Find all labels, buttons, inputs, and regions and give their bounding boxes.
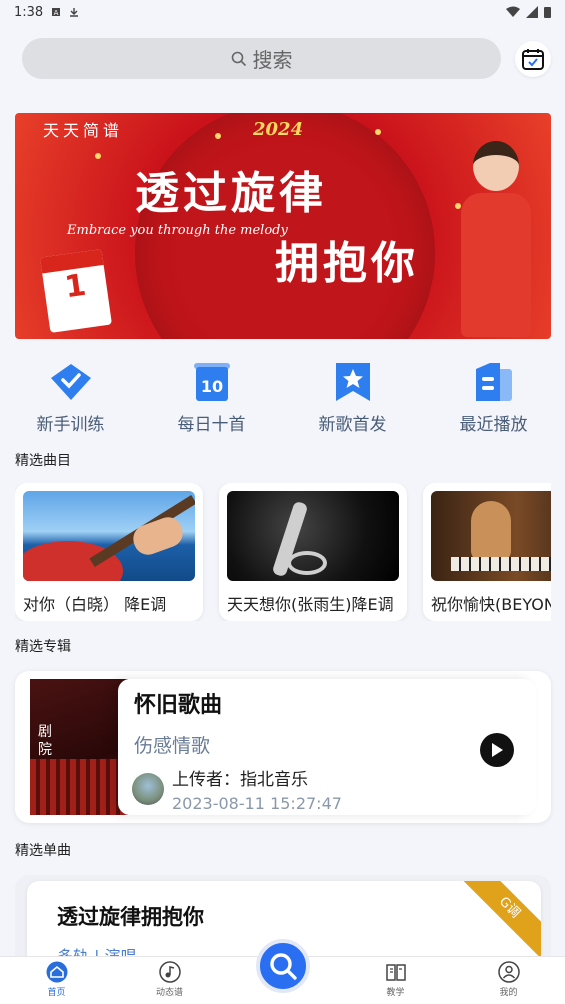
banner-subline: Embrace you through the melody [67,223,288,238]
center-search-button[interactable] [255,939,310,993]
svg-text:A: A [54,9,59,17]
quick-entry-label: 新歌首发 [318,415,387,435]
quick-entry-label: 最近播放 [459,415,528,435]
song-card[interactable]: 天天想你(张雨生)降E调 [219,483,407,621]
search-icon [269,953,297,980]
wifi-icon [506,6,520,17]
album-date: 2023-08-11 15:27:47 [172,794,342,813]
tab-label: 我的 [499,988,518,998]
tab-teaching[interactable]: 教学 [339,957,452,1004]
search-placeholder: 搜索 [252,48,293,72]
featured-album[interactable]: 剧院 怀旧歌曲 伤感情歌 上传者：指北音乐 2023-08-11 15:27:4… [15,671,551,823]
quick-entry-label: 每日十首 [177,415,246,435]
tab-label: 首页 [47,988,66,998]
firework-spark [215,133,221,139]
quick-entries: 新手训练 10 每日十首 新歌首发 最近播放 [0,360,565,435]
song-title: 天天想你(张雨生)降E调 [227,595,394,614]
promo-banner[interactable]: 天天简谱 2024 透过旋律 Embrace you through the m… [15,113,551,339]
quick-entry-new-songs[interactable]: 新歌首发 [282,360,423,435]
home-icon [46,961,67,983]
section-title-songs: 精选曲目 [15,453,71,469]
daily-10-badge: 10 [200,377,222,396]
banner-calendar-number: 1 [62,267,89,306]
calendar-check-icon [522,48,544,70]
album-uploader-row: 上传者：指北音乐 2023-08-11 15:27:47 [132,765,342,813]
key-badge: G调 [455,881,541,967]
profile-icon [497,961,520,983]
tab-dynamic-score[interactable]: 动态谱 [113,957,226,1004]
quick-entry-beginner[interactable]: 新手训练 [0,360,141,435]
calendar-button[interactable] [515,40,551,77]
album-cover-text: 剧院 [38,724,52,758]
song-card[interactable]: 祝你愉快(BEYOND) [423,483,551,621]
quick-entry-recent[interactable]: 最近播放 [423,360,564,435]
album-play-button[interactable] [480,733,514,767]
song-cover-saxophone [227,491,399,581]
single-title: 透过旋律拥抱你 [57,905,204,929]
top-bar: 搜索 [22,38,551,79]
download-icon [70,8,79,17]
daily-10-icon: 10 [193,363,230,401]
battery-icon [544,7,551,18]
play-icon [492,743,503,757]
bottom-tab-bar: 首页 动态谱 教学 我的 [0,939,565,1004]
song-cover-piano [431,491,551,581]
song-card[interactable]: 对你（白晓） 降E调 [15,483,203,621]
signal-icon [526,6,538,18]
diamond-icon [50,364,91,400]
quick-entry-label: 新手训练 [36,415,105,435]
key-ribbon: G调 [455,881,541,967]
status-time: 1:38 [14,4,44,20]
tab-label: 动态谱 [155,988,183,998]
tab-mine[interactable]: 我的 [452,957,565,1004]
section-title-albums: 精选专辑 [15,639,71,655]
firework-spark [375,129,381,135]
song-cover-guitar [23,491,195,581]
banner-girl-illustration [461,141,531,337]
music-note-icon [158,961,181,983]
tab-home[interactable]: 首页 [0,957,113,1004]
song-title: 祝你愉快(BEYOND) [431,595,551,614]
status-bar: 1:38 A [0,0,565,24]
album-uploader: 上传者：指北音乐 [172,770,308,790]
banner-calendar-illustration: 1 [40,249,112,333]
banner-brand: 天天简谱 [43,121,124,140]
book-icon [385,964,406,981]
recent-doc-icon [475,363,512,401]
song-title: 对你（白晓） 降E调 [23,595,167,614]
quick-entry-daily-ten[interactable]: 10 每日十首 [141,360,282,435]
banner-headline-2: 拥抱你 [275,238,419,289]
featured-songs-list[interactable]: 对你（白晓） 降E调 天天想你(张雨生)降E调 祝你愉快(BEYOND) [15,483,551,621]
search-bar[interactable]: 搜索 [22,38,501,79]
uploader-avatar [132,773,164,805]
tab-search-center [226,939,339,1004]
album-card[interactable]: 怀旧歌曲 伤感情歌 上传者：指北音乐 2023-08-11 15:27:47 [118,679,536,815]
banner-headline-1: 透过旋律 [135,168,327,219]
section-title-singles: 精选单曲 [15,843,71,859]
album-category: 伤感情歌 [134,735,211,757]
album-cover: 剧院 [30,679,128,815]
album-name: 怀旧歌曲 [134,693,223,718]
tab-label: 教学 [386,988,405,998]
search-icon [231,51,246,66]
notification-icon: A [52,8,61,17]
firework-spark [95,153,101,159]
banner-year: 2024 [253,119,304,140]
star-bookmark-icon [335,363,370,401]
